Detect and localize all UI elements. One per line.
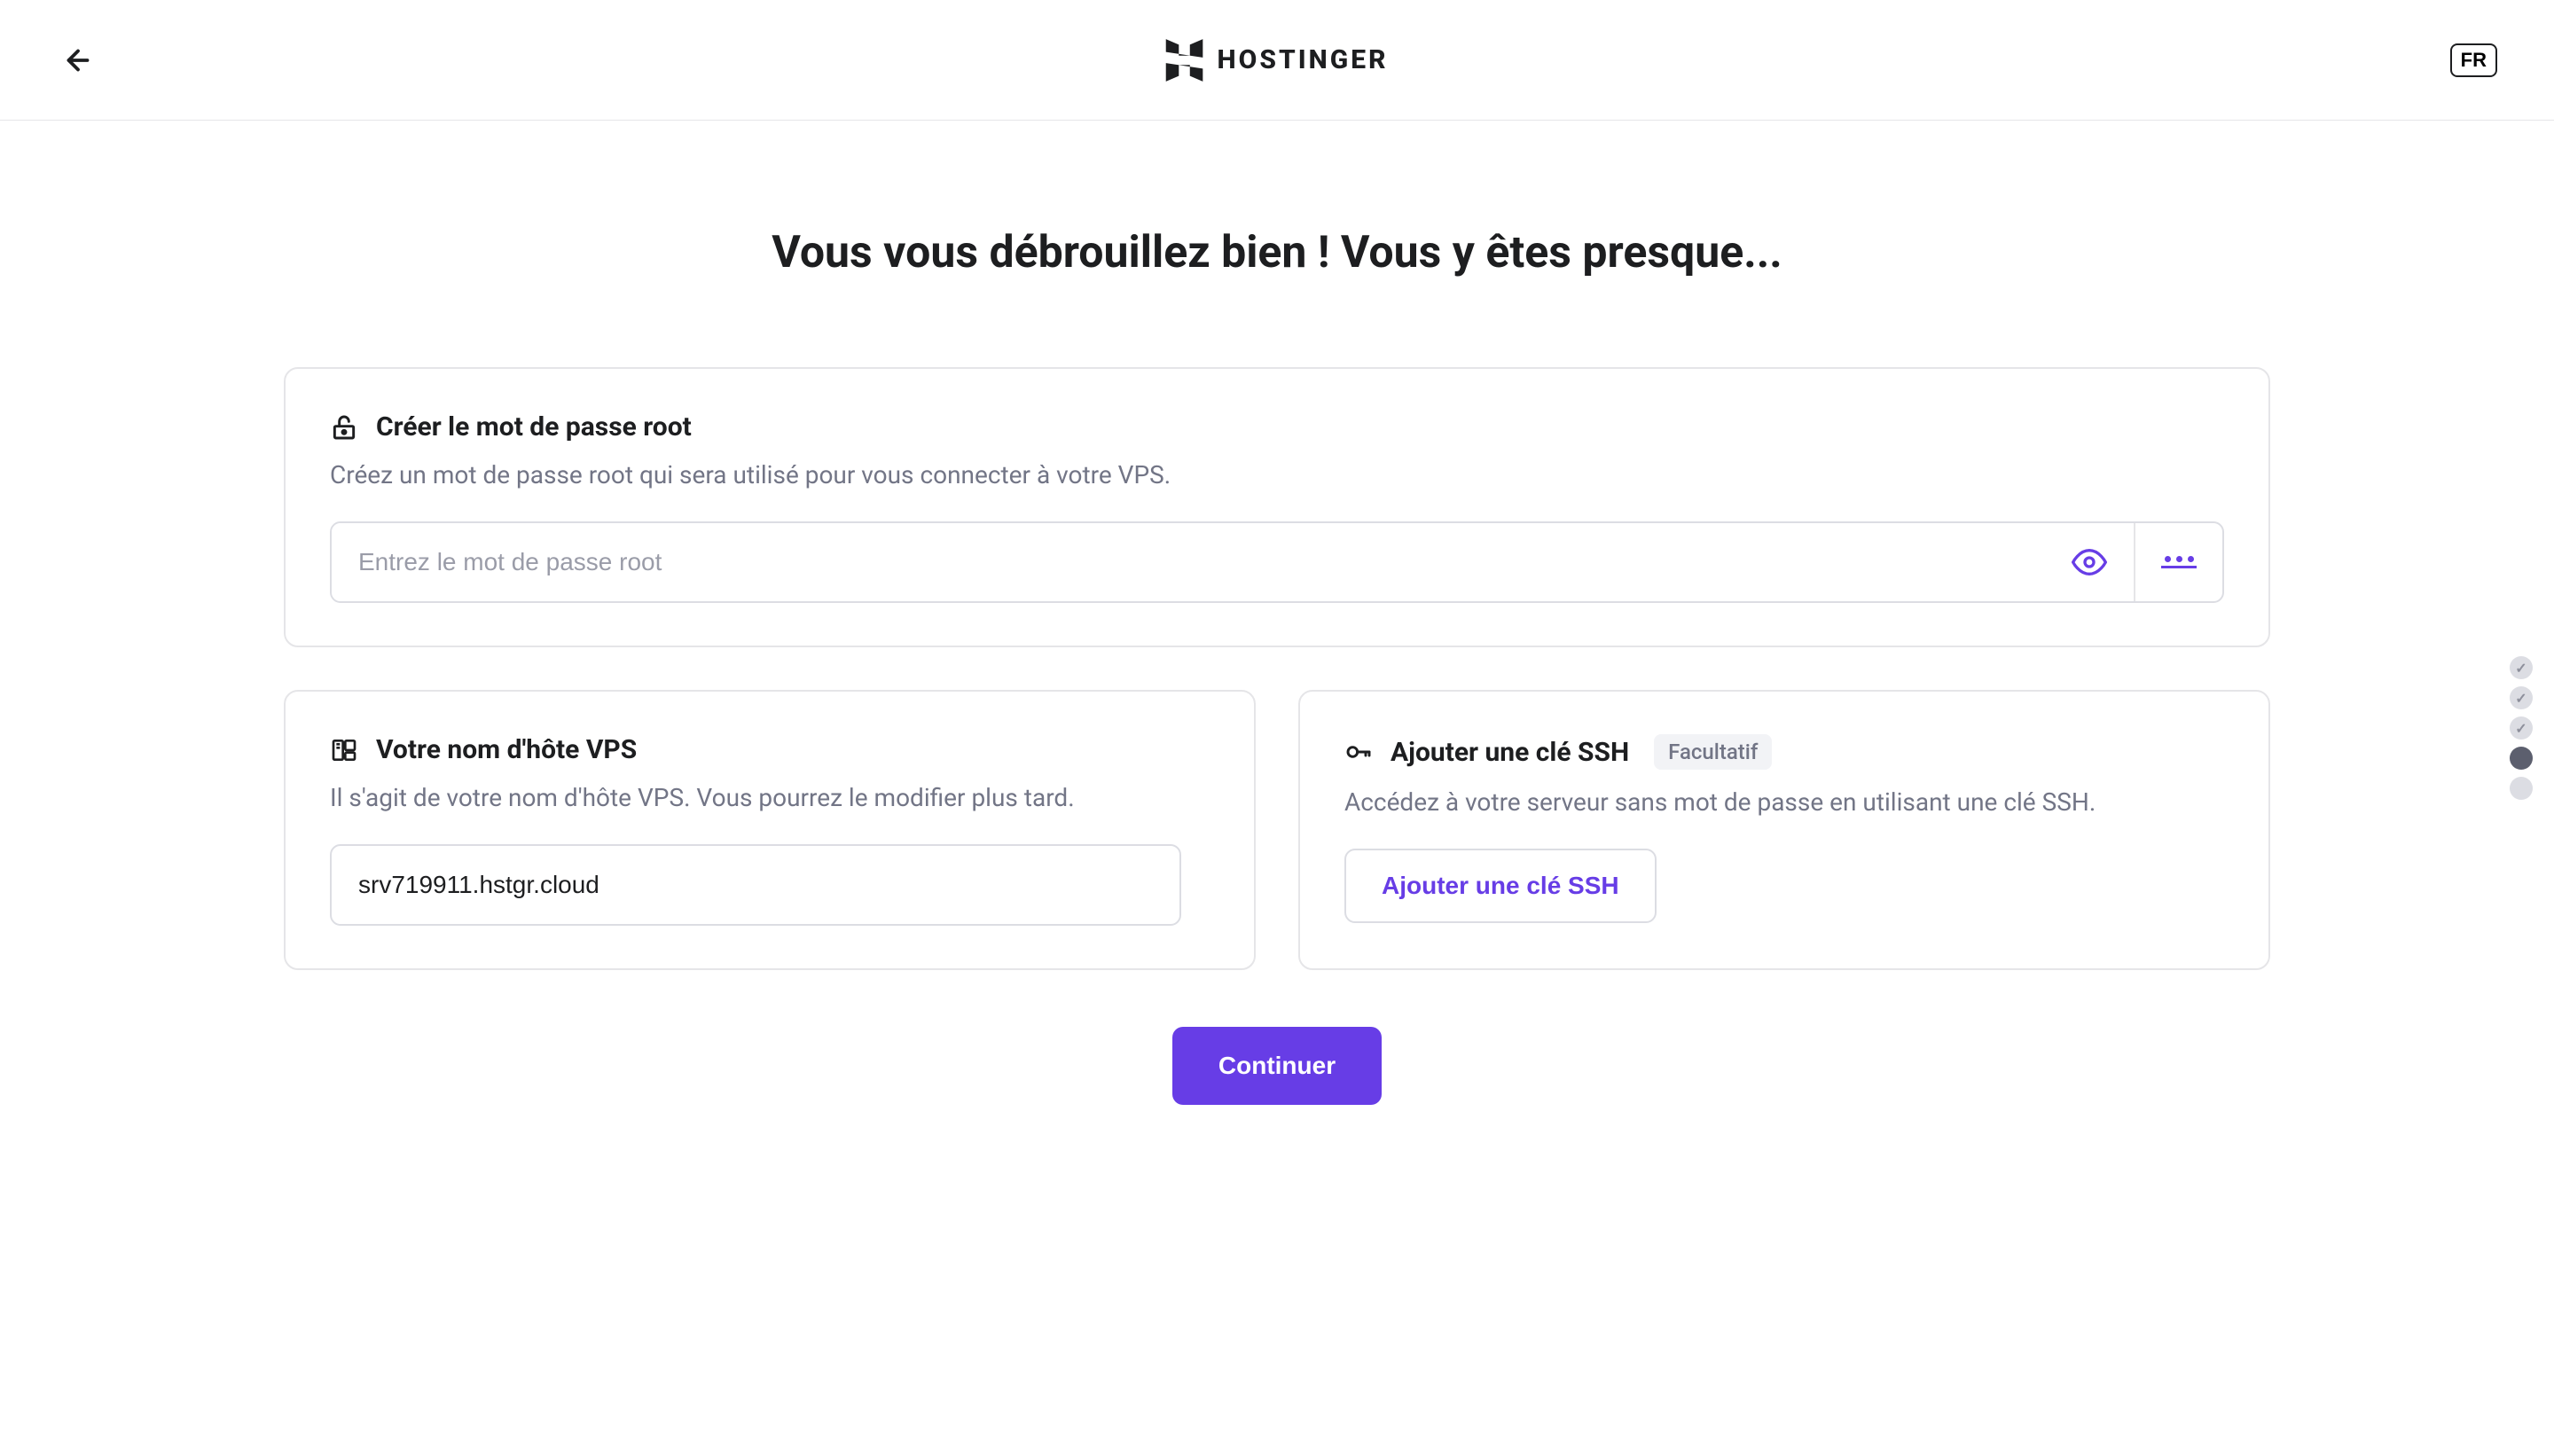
- hostname-card: Votre nom d'hôte VPS Il s'agit de votre …: [284, 690, 1256, 970]
- progress-step-5[interactable]: [2510, 777, 2533, 800]
- progress-step-2[interactable]: [2510, 686, 2533, 709]
- hostname-input[interactable]: [330, 844, 1181, 926]
- logo-text: HOSTINGER: [1218, 44, 1389, 75]
- root-password-subtitle: Créez un mot de passe root qui sera util…: [330, 460, 2224, 489]
- progress-step-4[interactable]: [2510, 747, 2533, 770]
- continue-button[interactable]: Continuer: [1172, 1027, 1382, 1105]
- root-password-input[interactable]: [332, 523, 2045, 601]
- progress-indicator: [2510, 656, 2533, 800]
- root-password-card: Créer le mot de passe root Créez un mot …: [284, 367, 2270, 647]
- hostname-title: Votre nom d'hôte VPS: [376, 734, 637, 765]
- ssh-title: Ajouter une clé SSH: [1391, 737, 1629, 768]
- eye-icon: [2072, 544, 2107, 580]
- add-ssh-key-button[interactable]: Ajouter une clé SSH: [1344, 849, 1657, 923]
- ssh-subtitle: Accédez à votre serveur sans mot de pass…: [1344, 787, 2224, 817]
- page-title: Vous vous débrouillez bien ! Vous y êtes…: [284, 227, 2270, 278]
- password-input-wrapper: [330, 521, 2224, 603]
- page-header: HOSTINGER FR: [0, 0, 2554, 121]
- progress-step-1[interactable]: [2510, 656, 2533, 679]
- optional-badge: Facultatif: [1654, 734, 1772, 770]
- root-password-title: Créer le mot de passe root: [376, 411, 692, 442]
- cards-row: Votre nom d'hôte VPS Il s'agit de votre …: [284, 690, 2270, 970]
- language-selector[interactable]: FR: [2450, 43, 2497, 77]
- arrow-left-icon: [62, 44, 94, 76]
- lock-icon: [330, 413, 358, 442]
- card-header: Votre nom d'hôte VPS: [330, 734, 1210, 765]
- logo-mark-icon: [1166, 37, 1203, 83]
- key-icon: [1344, 738, 1373, 766]
- logo: HOSTINGER: [1166, 37, 1389, 83]
- generate-password-button[interactable]: [2134, 523, 2222, 601]
- card-header: Créer le mot de passe root: [330, 411, 2224, 442]
- toggle-password-visibility-button[interactable]: [2045, 523, 2134, 601]
- generate-password-icon: [2161, 556, 2197, 568]
- server-icon: [330, 736, 358, 764]
- ssh-card: Ajouter une clé SSH Facultatif Accédez à…: [1298, 690, 2270, 970]
- card-header: Ajouter une clé SSH Facultatif: [1344, 734, 2224, 770]
- progress-step-3[interactable]: [2510, 716, 2533, 740]
- back-button[interactable]: [57, 39, 99, 82]
- main-content: Vous vous débrouillez bien ! Vous y êtes…: [284, 121, 2270, 1105]
- hostname-subtitle: Il s'agit de votre nom d'hôte VPS. Vous …: [330, 783, 1210, 812]
